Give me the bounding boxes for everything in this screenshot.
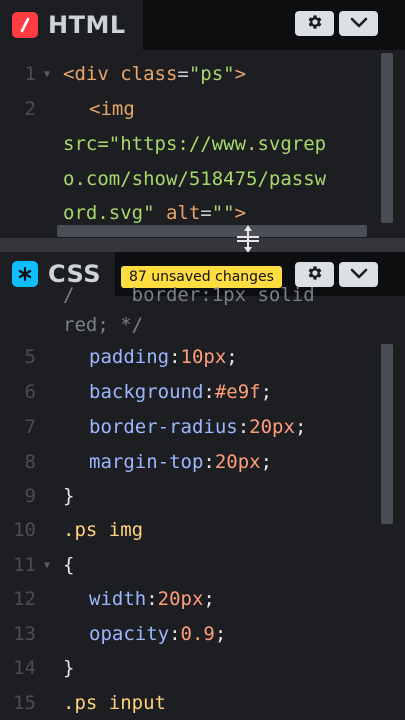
code-line: { <box>63 554 75 576</box>
chevron-down-icon <box>350 265 368 284</box>
code-line: o.com/show/518475/passw <box>63 168 327 190</box>
line-number: 10 <box>13 519 36 541</box>
asterisk-icon <box>12 261 38 287</box>
code-line: background:#e9f; <box>89 381 273 403</box>
line-number: 1 <box>24 63 36 85</box>
line-number: 11 <box>13 554 36 576</box>
html-vertical-scrollbar[interactable] <box>381 53 393 223</box>
chevron-down-icon <box>350 14 368 33</box>
code-line: ord.svg" alt=""> <box>63 202 247 224</box>
code-line: width:20px; <box>89 588 215 610</box>
gear-icon <box>306 264 324 286</box>
line-number: 7 <box>24 416 36 438</box>
code-line: <img <box>89 98 135 120</box>
code-line: } <box>63 485 75 507</box>
html-editor-panel: HTML 1 ▼ <div class="ps"> 2 <img src="ht… <box>0 0 405 238</box>
code-line: .ps input <box>63 692 166 714</box>
css-editor-panel: CSS 87 unsaved changes / border:1px soli… <box>0 238 405 720</box>
code-line: border-radius:20px; <box>89 416 307 438</box>
line-number: 14 <box>13 657 36 679</box>
line-number: 6 <box>24 381 36 403</box>
line-number: 8 <box>24 451 36 473</box>
code-line: margin-top:20px; <box>89 451 273 473</box>
line-number: 13 <box>13 623 36 645</box>
line-number: 2 <box>24 98 36 120</box>
line-number: 9 <box>24 485 36 507</box>
code-line: opacity:0.9; <box>89 623 227 645</box>
css-vertical-scrollbar[interactable] <box>381 344 393 524</box>
line-number: 15 <box>13 692 36 714</box>
code-line: .ps img <box>63 519 144 541</box>
code-line: padding:10px; <box>89 346 238 368</box>
code-line: red; */ <box>63 314 144 336</box>
html-tab[interactable]: HTML <box>0 0 143 50</box>
html-settings-button[interactable] <box>295 11 334 36</box>
code-line: } <box>63 657 75 679</box>
gear-icon <box>306 13 324 35</box>
code-line: src="https://www.svgrep <box>63 133 327 155</box>
code-line: / border:1px solid <box>63 284 315 306</box>
fold-arrow-icon[interactable]: ▼ <box>44 560 50 571</box>
html-horizontal-scrollbar[interactable] <box>57 225 367 237</box>
line-number: 12 <box>13 588 36 610</box>
slash-icon <box>12 12 38 38</box>
html-tab-title: HTML <box>48 11 126 39</box>
fold-arrow-icon[interactable]: ▼ <box>44 69 50 80</box>
code-line: <div class="ps"> <box>63 63 247 85</box>
line-number: 5 <box>24 346 36 368</box>
css-collapse-button[interactable] <box>339 262 378 287</box>
html-collapse-button[interactable] <box>339 11 378 36</box>
html-panel-header: HTML <box>0 0 405 50</box>
